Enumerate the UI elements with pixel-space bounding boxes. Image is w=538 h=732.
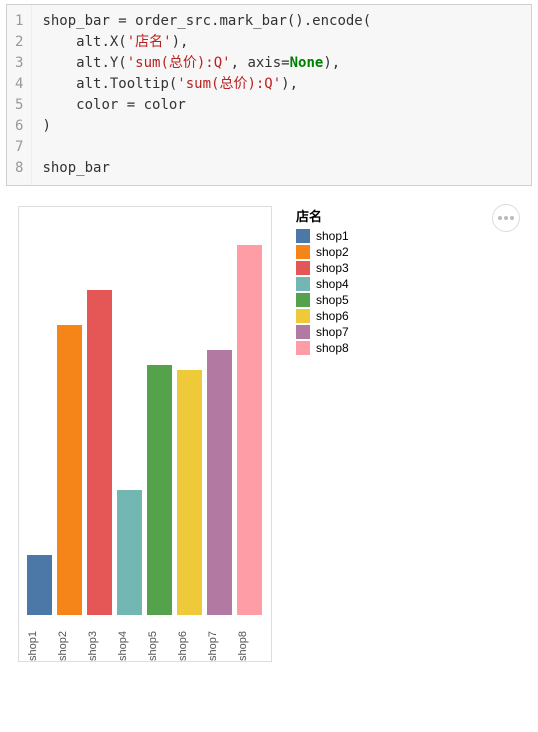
legend-item[interactable]: shop7	[296, 325, 349, 339]
line-number: 7	[15, 137, 23, 158]
x-tick-label: shop7	[207, 621, 232, 661]
bar[interactable]	[57, 325, 82, 615]
bar[interactable]	[177, 370, 202, 615]
legend-item[interactable]: shop4	[296, 277, 349, 291]
bar[interactable]	[237, 245, 262, 615]
legend-item[interactable]: shop8	[296, 341, 349, 355]
x-tick-label: shop2	[57, 621, 82, 661]
code-line: )	[42, 116, 521, 137]
line-number: 4	[15, 74, 23, 95]
legend-swatch	[296, 309, 310, 323]
legend-swatch	[296, 293, 310, 307]
legend-label: shop1	[316, 229, 349, 243]
line-number: 6	[15, 116, 23, 137]
bar[interactable]	[27, 555, 52, 615]
line-number: 1	[15, 11, 23, 32]
line-number: 2	[15, 32, 23, 53]
x-tick-label: shop1	[27, 621, 52, 661]
legend-swatch	[296, 261, 310, 275]
bar[interactable]	[117, 490, 142, 615]
x-tick-label: shop8	[237, 621, 262, 661]
legend-label: shop5	[316, 293, 349, 307]
code-line: alt.Y('sum(总价):Q', axis=None),	[42, 53, 521, 74]
chart-container: shop1shop2shop3shop4shop5shop6shop7shop8	[18, 206, 272, 662]
code-line: shop_bar	[42, 158, 521, 179]
legend-item[interactable]: shop1	[296, 229, 349, 243]
code-line: shop_bar = order_src.mark_bar().encode(	[42, 11, 521, 32]
legend-label: shop6	[316, 309, 349, 323]
code-editor[interactable]: shop_bar = order_src.mark_bar().encode( …	[32, 5, 531, 185]
line-gutter: 12345678	[7, 5, 32, 185]
plot-area	[27, 215, 263, 615]
x-axis-labels: shop1shop2shop3shop4shop5shop6shop7shop8	[27, 615, 263, 661]
legend-items: shop1 shop2 shop3 shop4 shop5 shop6 shop7 shop8	[296, 229, 349, 355]
legend-label: shop8	[316, 341, 349, 355]
legend-item[interactable]: shop2	[296, 245, 349, 259]
x-tick-label: shop6	[177, 621, 202, 661]
chart-output: shop1shop2shop3shop4shop5shop6shop7shop8…	[0, 198, 538, 662]
legend-swatch	[296, 229, 310, 243]
code-line	[42, 137, 521, 158]
legend-label: shop3	[316, 261, 349, 275]
legend-swatch	[296, 245, 310, 259]
legend-label: shop7	[316, 325, 349, 339]
line-number: 8	[15, 158, 23, 179]
legend-swatch	[296, 277, 310, 291]
code-line: color = color	[42, 95, 521, 116]
legend-item[interactable]: shop5	[296, 293, 349, 307]
line-number: 5	[15, 95, 23, 116]
bar[interactable]	[147, 365, 172, 615]
legend-label: shop2	[316, 245, 349, 259]
ellipsis-icon	[498, 216, 514, 220]
code-cell[interactable]: 12345678 shop_bar = order_src.mark_bar()…	[6, 4, 532, 186]
line-number: 3	[15, 53, 23, 74]
bar[interactable]	[87, 290, 112, 615]
legend-item[interactable]: shop6	[296, 309, 349, 323]
legend-swatch	[296, 341, 310, 355]
legend-item[interactable]: shop3	[296, 261, 349, 275]
code-line: alt.X('店名'),	[42, 32, 521, 53]
x-tick-label: shop5	[147, 621, 172, 661]
legend-swatch	[296, 325, 310, 339]
legend-title: 店名	[296, 206, 349, 225]
bar[interactable]	[207, 350, 232, 615]
x-tick-label: shop4	[117, 621, 142, 661]
x-tick-label: shop3	[87, 621, 112, 661]
legend: 店名 shop1shop2shop3shop4shop5shop6shop7sh…	[296, 206, 349, 662]
chart-menu-button[interactable]	[492, 204, 520, 232]
code-line: alt.Tooltip('sum(总价):Q'),	[42, 74, 521, 95]
legend-label: shop4	[316, 277, 349, 291]
